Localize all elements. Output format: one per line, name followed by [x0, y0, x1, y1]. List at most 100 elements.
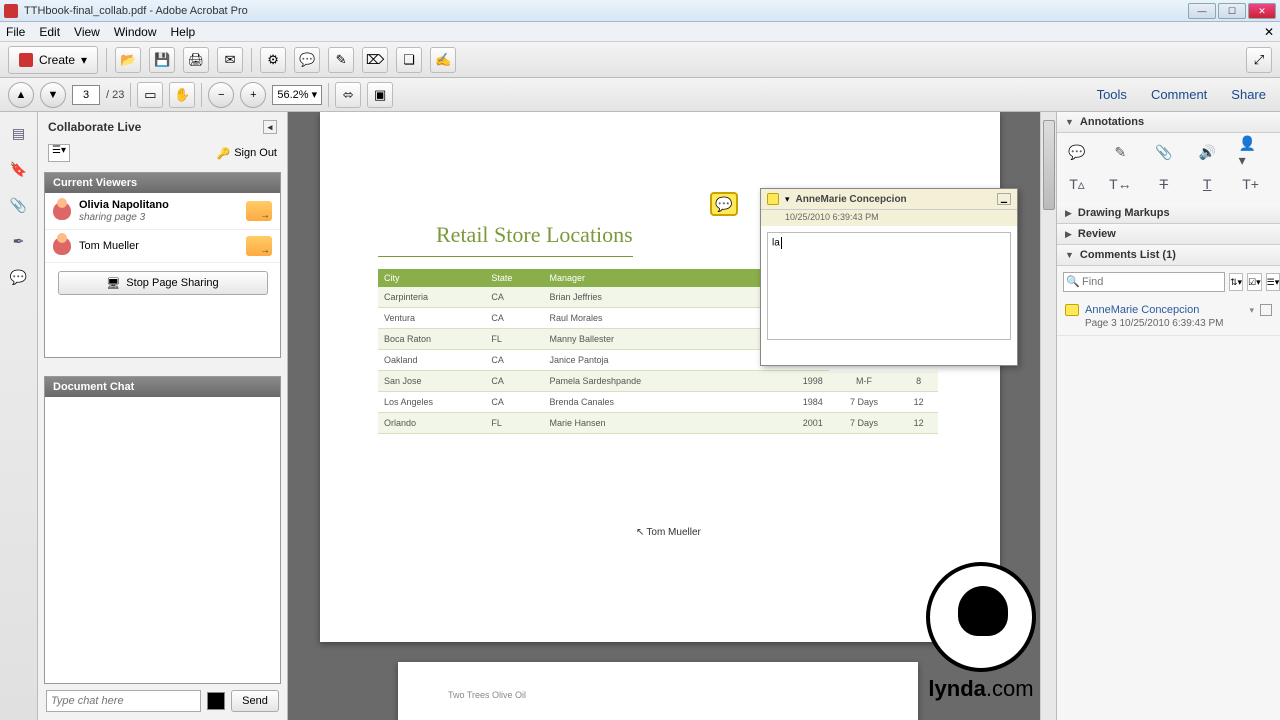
- col-manager: Manager: [544, 269, 726, 287]
- sign-icon[interactable]: ✍: [430, 47, 456, 73]
- tools-link[interactable]: Tools: [1091, 87, 1133, 102]
- create-button[interactable]: Create ▾: [8, 46, 98, 74]
- comment-bubble-icon[interactable]: 💬: [294, 47, 320, 73]
- panel-options-button[interactable]: ☰▾: [48, 144, 70, 162]
- attach-file-tool-icon[interactable]: 📎: [1152, 141, 1176, 163]
- note-options-icon[interactable]: ▾: [785, 194, 790, 205]
- menu-close-doc[interactable]: ✕: [1264, 25, 1274, 39]
- fit-width-icon[interactable]: ⬄: [335, 82, 361, 108]
- select-tool-icon[interactable]: ▭: [137, 82, 163, 108]
- page-heading: Retail Store Locations: [378, 112, 633, 257]
- page-down-button[interactable]: ▼: [40, 82, 66, 108]
- document-viewport[interactable]: Retail Store Locations City State Manage…: [288, 112, 1056, 720]
- underline-tool-icon[interactable]: T: [1195, 173, 1219, 195]
- chat-color-picker[interactable]: [207, 692, 225, 710]
- strikethrough-tool-icon[interactable]: T: [1152, 173, 1176, 195]
- open-icon[interactable]: 📂: [115, 47, 141, 73]
- stop-page-sharing-button[interactable]: 🖥 Stop Page Sharing: [58, 271, 268, 295]
- maximize-button[interactable]: ☐: [1218, 3, 1246, 19]
- chevron-down-icon: ▼: [1065, 250, 1074, 260]
- current-viewers-title: Current Viewers: [45, 173, 280, 193]
- sticky-note-icon[interactable]: 💬: [710, 192, 738, 216]
- gear-icon[interactable]: ⚙: [260, 47, 286, 73]
- comments-toolbar: 🔍 ⇅▾ ☑▾ ☰▾: [1057, 266, 1280, 298]
- page-up-button[interactable]: ▲: [8, 82, 34, 108]
- sticky-note-tool-icon[interactable]: 💬: [1065, 141, 1089, 163]
- send-button[interactable]: Send: [231, 690, 279, 712]
- create-label: Create: [39, 53, 75, 67]
- page-total: / 23: [106, 89, 124, 101]
- menu-help[interactable]: Help: [171, 25, 196, 39]
- replace-text-tool-icon[interactable]: T↔: [1108, 173, 1132, 195]
- comment-item[interactable]: AnneMarie Concepcion ▾ Page 3 10/25/2010…: [1057, 298, 1280, 336]
- signatures-panel-icon[interactable]: ✒: [8, 230, 30, 252]
- go-to-page-icon[interactable]: [246, 236, 272, 256]
- collaborate-title: Collaborate Live: [48, 120, 141, 134]
- highlight-tool-icon[interactable]: ✎: [1108, 141, 1132, 163]
- chat-input[interactable]: [46, 690, 201, 712]
- expand-toolbar-icon[interactable]: ⤢: [1246, 47, 1272, 73]
- sort-comments-button[interactable]: ⇅▾: [1229, 273, 1243, 291]
- window-titlebar: TTHbook-final_collab.pdf - Adobe Acrobat…: [0, 0, 1280, 22]
- note-text-input[interactable]: la: [767, 232, 1011, 340]
- zoom-out-button[interactable]: −: [208, 82, 234, 108]
- filter-comments-button[interactable]: ☑▾: [1247, 273, 1262, 291]
- sticky-note-popup[interactable]: ▾ AnneMarie Concepcion ▁ 10/25/2010 6:39…: [760, 188, 1018, 366]
- note-text: la: [772, 238, 780, 249]
- record-audio-tool-icon[interactable]: 🔊: [1195, 141, 1219, 163]
- user-icon: [53, 237, 71, 255]
- page-number-input[interactable]: [72, 85, 100, 105]
- fit-page-icon[interactable]: ▣: [367, 82, 393, 108]
- options-comments-button[interactable]: ☰▾: [1266, 273, 1280, 291]
- stamp-icon[interactable]: ⌦: [362, 47, 388, 73]
- drawing-markups-header[interactable]: ▶ Drawing Markups: [1057, 203, 1280, 224]
- zoom-level[interactable]: 56.2% ▾: [272, 85, 322, 105]
- collaborate-panel-icon[interactable]: 💬: [8, 266, 30, 288]
- find-comments-input[interactable]: [1063, 272, 1225, 292]
- hand-tool-icon[interactable]: ✋: [169, 82, 195, 108]
- stop-page-sharing-label: Stop Page Sharing: [126, 277, 218, 289]
- viewer-status: sharing page 3: [79, 212, 145, 223]
- note-author: AnneMarie Concepcion: [796, 194, 991, 205]
- menu-view[interactable]: View: [74, 25, 100, 39]
- add-text-tool-icon[interactable]: T+: [1239, 173, 1263, 195]
- close-button[interactable]: ✕: [1248, 3, 1276, 19]
- insert-text-tool-icon[interactable]: T▵: [1065, 173, 1089, 195]
- zoom-in-button[interactable]: +: [240, 82, 266, 108]
- chevron-down-icon[interactable]: ▾: [1249, 305, 1254, 316]
- comment-link[interactable]: Comment: [1145, 87, 1213, 102]
- viewer-row[interactable]: Olivia Napolitano sharing page 3: [45, 193, 280, 230]
- review-header[interactable]: ▶ Review: [1057, 224, 1280, 245]
- annotations-header[interactable]: ▼ Annotations: [1057, 112, 1280, 133]
- bookmarks-panel-icon[interactable]: 🔖: [8, 158, 30, 180]
- stamp-tool-icon[interactable]: 👤▾: [1239, 141, 1263, 163]
- attachments-panel-icon[interactable]: 📎: [8, 194, 30, 216]
- document-chat-title: Document Chat: [45, 377, 280, 397]
- sign-out-button[interactable]: 🔑 Sign Out: [216, 147, 277, 160]
- viewer-row[interactable]: Tom Mueller: [45, 230, 280, 263]
- minimize-button[interactable]: —: [1188, 3, 1216, 19]
- comment-author: AnneMarie Concepcion: [1085, 304, 1243, 316]
- menu-file[interactable]: File: [6, 25, 25, 39]
- separator: [106, 48, 107, 72]
- go-to-page-icon[interactable]: [246, 201, 272, 221]
- comment-type-icon: [1065, 304, 1079, 316]
- vertical-scrollbar[interactable]: [1040, 112, 1056, 720]
- note-minimize-button[interactable]: ▁: [997, 193, 1011, 205]
- comment-checkbox[interactable]: [1260, 304, 1272, 316]
- viewer-name: Tom Mueller: [79, 240, 139, 252]
- menu-edit[interactable]: Edit: [39, 25, 60, 39]
- pages-panel-icon[interactable]: ▤: [8, 122, 30, 144]
- highlight-icon[interactable]: ✎: [328, 47, 354, 73]
- review-label: Review: [1078, 228, 1116, 240]
- print-icon[interactable]: 🖨: [183, 47, 209, 73]
- scrollbar-thumb[interactable]: [1043, 120, 1055, 210]
- email-icon[interactable]: ✉: [217, 47, 243, 73]
- menu-window[interactable]: Window: [114, 25, 157, 39]
- comments-list-header[interactable]: ▼ Comments List (1): [1057, 245, 1280, 266]
- save-icon[interactable]: 💾: [149, 47, 175, 73]
- collapse-panel-icon[interactable]: ◂: [263, 120, 277, 134]
- attach-icon[interactable]: ❏: [396, 47, 422, 73]
- share-link[interactable]: Share: [1225, 87, 1272, 102]
- annotations-tools: 💬 ✎ 📎 🔊 👤▾ T▵ T↔ T T T+: [1057, 133, 1280, 203]
